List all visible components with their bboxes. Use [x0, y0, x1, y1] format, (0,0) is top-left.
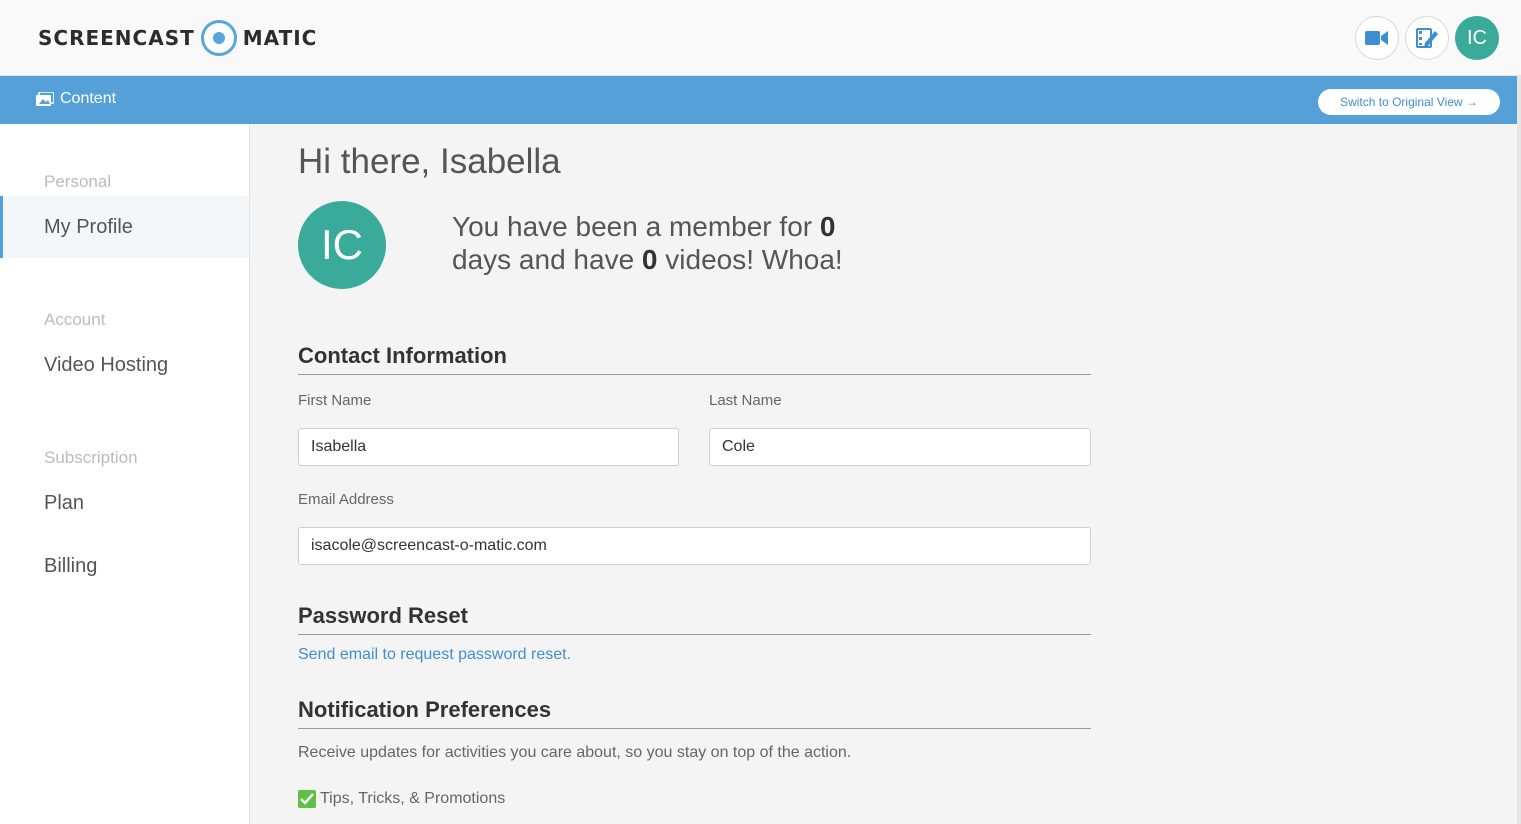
screencast-o-matic-logo[interactable]: SCREENCAST MATIC	[38, 18, 317, 58]
logo-ring-icon	[200, 20, 237, 56]
video-editor-button[interactable]	[1405, 16, 1449, 60]
top-header: SCREENCAST MATIC IC	[0, 0, 1521, 76]
password-reset-heading: Password Reset	[298, 603, 1091, 635]
content-nav-label: Content	[60, 90, 117, 107]
edit-video-icon	[1416, 28, 1438, 48]
first-name-field[interactable]	[298, 428, 679, 466]
checkbox-checked-icon[interactable]	[298, 790, 316, 808]
page-scrollbar[interactable]	[1517, 76, 1521, 824]
content-library-icon	[36, 92, 54, 106]
notification-description: Receive updates for activities you care …	[298, 744, 852, 761]
sidebar-heading-account: Account	[44, 310, 106, 329]
last-name-field[interactable]	[709, 428, 1091, 466]
last-name-label: Last Name	[709, 392, 782, 409]
email-label: Email Address	[298, 491, 394, 508]
switch-to-original-view-button[interactable]: Switch to Original View →	[1318, 89, 1500, 115]
sidebar-item-billing[interactable]: Billing	[0, 535, 249, 597]
sidebar-item-my-profile[interactable]: My Profile	[0, 196, 249, 258]
content-nav-link[interactable]: Content	[36, 90, 116, 108]
email-field[interactable]	[298, 527, 1091, 565]
membership-summary: You have been a member for 0 days and ha…	[452, 210, 912, 276]
record-video-button[interactable]	[1355, 16, 1399, 60]
video-camera-icon	[1365, 31, 1388, 45]
settings-sidebar: Personal My Profile Account Video Hostin…	[0, 124, 250, 824]
member-line2-prefix: days and have	[452, 244, 635, 275]
member-days-count: 0	[819, 211, 836, 242]
first-name-label: First Name	[298, 392, 372, 409]
member-videos-count: 0	[641, 244, 658, 275]
page-title: Hi there, Isabella	[298, 142, 561, 181]
sidebar-heading-subscription: Subscription	[44, 448, 138, 467]
contact-information-heading: Contact Information	[298, 343, 1091, 375]
header-actions: IC	[1355, 16, 1499, 60]
tips-tricks-promotions-label: Tips, Tricks, & Promotions	[320, 790, 506, 807]
logo-text-left: SCREENCAST	[38, 26, 195, 50]
member-line2-suffix: videos! Whoa!	[665, 244, 843, 275]
sidebar-item-plan[interactable]: Plan	[0, 472, 249, 534]
password-reset-link[interactable]: Send email to request password reset.	[298, 646, 571, 664]
user-avatar-menu[interactable]: IC	[1455, 16, 1499, 60]
sidebar-heading-personal: Personal	[44, 172, 112, 191]
notification-preferences-heading: Notification Preferences	[298, 697, 1091, 729]
profile-avatar: IC	[298, 201, 386, 289]
member-line1-prefix: You have been a member for	[452, 211, 813, 242]
content-navbar: Content Switch to Original View →	[0, 76, 1521, 124]
logo-text-right: MATIC	[242, 26, 318, 50]
sidebar-item-video-hosting[interactable]: Video Hosting	[0, 334, 249, 396]
tips-tricks-promotions-option[interactable]: Tips, Tricks, & Promotions	[298, 790, 505, 808]
